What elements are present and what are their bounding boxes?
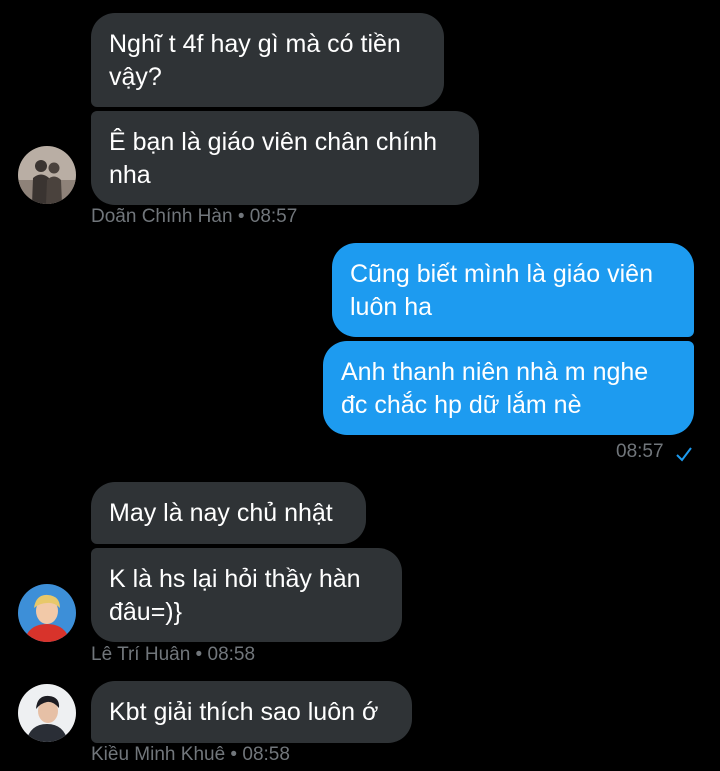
message-text: Nghĩ t 4f hay gì mà có tiền vậy? (109, 30, 401, 91)
couple-silhouette-avatar-icon[interactable] (18, 146, 76, 204)
meta-separator: • (190, 644, 208, 665)
message-bubble-incoming[interactable]: K là hs lại hỏi thầy hàn đâu=)} (91, 548, 402, 642)
message-time: 08:57 (249, 206, 298, 227)
sender-name: Doãn Chính Hàn (91, 206, 233, 227)
message-bubble-incoming[interactable]: May là nay chủ nhật (91, 482, 366, 544)
person-portrait-avatar-icon[interactable] (18, 684, 76, 742)
message-text: Ê bạn là giáo viên chân chính nha (109, 128, 438, 189)
message-meta: Doãn Chính Hàn • 08:57 (91, 206, 297, 228)
meta-separator: • (232, 206, 250, 227)
meta-separator: • (225, 744, 243, 765)
message-text: Kbt giải thích sao luôn ớ (109, 698, 379, 726)
message-bubble-incoming[interactable]: Ê bạn là giáo viên chân chính nha (91, 111, 479, 205)
sender-name: Lê Trí Huân (91, 644, 191, 665)
message-meta: Kiều Minh Khuê • 08:58 (91, 744, 290, 766)
message-meta: Lê Trí Huân • 08:58 (91, 644, 255, 666)
message-time: 08:57 (616, 441, 664, 462)
message-bubble-incoming[interactable]: Nghĩ t 4f hay gì mà có tiền vậy? (91, 13, 444, 107)
message-text: Cũng biết mình là giáo viên luôn ha (350, 260, 653, 321)
message-text: K là hs lại hỏi thầy hàn đâu=)} (109, 565, 361, 626)
person-red-shirt-avatar-icon[interactable] (18, 584, 76, 642)
message-bubble-incoming[interactable]: Kbt giải thích sao luôn ớ (91, 681, 412, 743)
message-text: Anh thanh niên nhà m nghe đc chắc hp dữ … (341, 358, 649, 419)
read-check-icon (676, 447, 692, 462)
message-meta: 08:57 (616, 441, 664, 463)
sender-name: Kiều Minh Khuê (91, 744, 226, 765)
message-bubble-outgoing[interactable]: Anh thanh niên nhà m nghe đc chắc hp dữ … (323, 341, 694, 435)
message-time: 08:58 (242, 744, 290, 765)
message-text: May là nay chủ nhật (109, 499, 333, 527)
message-bubble-outgoing[interactable]: Cũng biết mình là giáo viên luôn ha (332, 243, 694, 337)
message-time: 08:58 (207, 644, 256, 665)
